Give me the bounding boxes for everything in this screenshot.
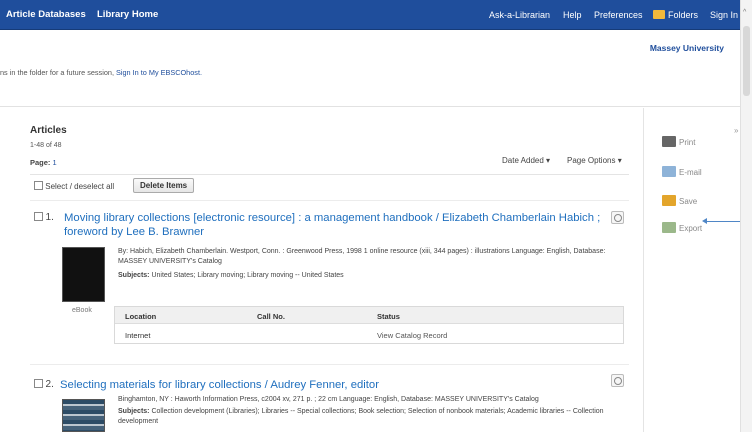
email-tool[interactable]: E-mail [662, 166, 702, 177]
subjects-text: United States; Library moving; Library m… [151, 272, 344, 279]
email-icon [662, 166, 676, 177]
result-description: Binghamton, NY : Haworth Information Pre… [118, 396, 539, 403]
subjects-label: Subjects: [118, 408, 150, 415]
result-2-select[interactable]: 2. [34, 379, 54, 390]
nav-sign-in[interactable]: Sign In [710, 10, 738, 20]
print-tool[interactable]: Print [662, 136, 695, 147]
holdings-header-location: Location [125, 312, 157, 321]
save-tool[interactable]: Save [662, 195, 697, 206]
page-label: Page: [30, 158, 51, 167]
select-all-control[interactable]: Select / deselect all [34, 181, 114, 191]
result-1-select[interactable]: 1. [34, 212, 54, 223]
result-count: 1-48 of 48 [30, 142, 62, 149]
page-number-link[interactable]: 1 [53, 158, 57, 167]
export-tool[interactable]: Export [662, 222, 702, 233]
nav-folders-label: Folders [668, 10, 699, 20]
holdings-location: Internet [125, 331, 151, 340]
scroll-up-arrow-icon[interactable]: ^ [743, 9, 746, 16]
result-checkbox[interactable] [34, 212, 43, 221]
result-title-link[interactable]: Selecting materials for library collecti… [60, 378, 600, 392]
top-navigation-bar: Article Databases Library Home Ask-a-Lib… [0, 0, 752, 30]
institution-name: Massey University [649, 43, 724, 53]
print-label: Print [679, 138, 696, 147]
folder-notice: ns in the folder for a future session, S… [0, 68, 202, 77]
email-label: E-mail [679, 168, 702, 177]
book-cover-thumbnail[interactable] [62, 247, 105, 302]
holdings-header-call-no: Call No. [257, 312, 285, 321]
divider [30, 364, 629, 365]
subjects-label: Subjects: [118, 272, 150, 279]
view-catalog-record-link[interactable]: View Catalog Record [377, 331, 447, 340]
nav-folders[interactable]: Folders [653, 10, 698, 20]
tools-sidebar: » Print E-mail Save Export [644, 108, 740, 432]
result-subjects: Subjects: United States; Library moving;… [118, 271, 628, 281]
delete-items-button[interactable]: Delete Items [133, 178, 195, 193]
holdings-header: Location Call No. Status [115, 307, 623, 324]
preview-magnifier-icon[interactable] [611, 211, 624, 224]
result-number: 2. [45, 379, 54, 390]
format-label: eBook [72, 307, 92, 314]
export-label: Export [679, 224, 703, 233]
save-label: Save [679, 197, 698, 206]
folder-icon [653, 10, 665, 19]
result-description: By: Habich, Elizabeth Chamberlain. Westp… [118, 248, 606, 265]
articles-heading: Articles [30, 125, 67, 136]
vertical-scrollbar[interactable]: ^ [740, 0, 752, 432]
page-indicator: Page: 1 [30, 158, 57, 167]
export-icon [662, 222, 676, 233]
select-all-checkbox[interactable] [34, 181, 43, 190]
nav-ask-a-librarian[interactable]: Ask-a-Librarian [489, 10, 550, 20]
holdings-table: Location Call No. Status Internet View C… [114, 306, 624, 344]
folder-notice-text: ns in the folder for a future session, [0, 68, 117, 77]
result-checkbox[interactable] [34, 379, 43, 388]
nav-preferences[interactable]: Preferences [594, 10, 643, 20]
result-number: 1. [45, 212, 54, 223]
result-subjects: Subjects: Collection development (Librar… [118, 407, 628, 427]
printer-icon [662, 136, 676, 147]
nav-help[interactable]: Help [563, 10, 582, 20]
collapse-sidebar-icon[interactable]: » [734, 126, 738, 135]
book-cover-thumbnail[interactable] [62, 399, 105, 432]
scroll-thumb[interactable] [743, 26, 750, 96]
save-icon [662, 195, 676, 206]
result-title-link[interactable]: Moving library collections [electronic r… [64, 211, 604, 239]
select-all-label: Select / deselect all [45, 182, 115, 191]
nav-article-databases[interactable]: Article Databases [6, 9, 86, 20]
page-options-dropdown[interactable]: Page Options ▾ [567, 156, 622, 165]
divider [30, 200, 629, 201]
nav-library-home[interactable]: Library Home [97, 9, 158, 20]
header-band: Massey University ns in the folder for a… [0, 30, 740, 107]
folder-articles-panel: Articles 1-48 of 48 Page: 1 Date Added ▾… [18, 108, 643, 432]
annotation-arrow [702, 218, 743, 224]
subjects-text: Collection development (Libraries); Libr… [118, 408, 604, 425]
divider [30, 174, 629, 175]
sign-in-my-ebscohost-link[interactable]: Sign In to My EBSCOhost. [116, 68, 202, 77]
sort-dropdown[interactable]: Date Added ▾ [502, 156, 550, 165]
holdings-header-status: Status [377, 312, 400, 321]
preview-magnifier-icon[interactable] [611, 374, 624, 387]
